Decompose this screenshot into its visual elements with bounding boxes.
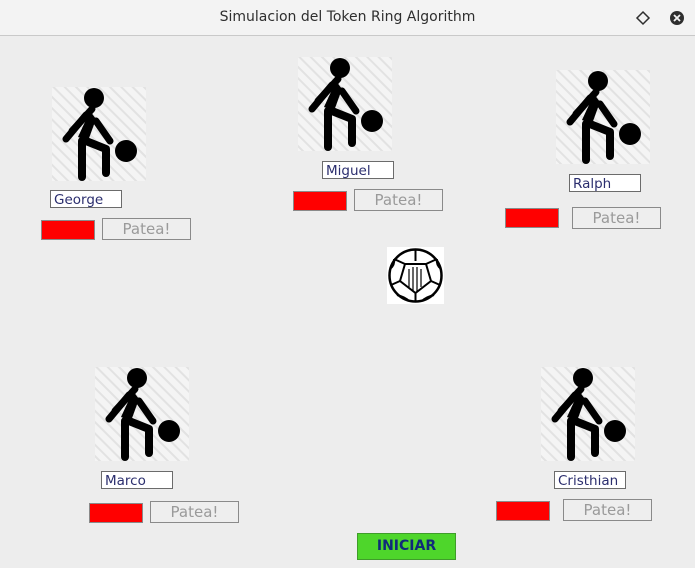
- player-status-indicator: [505, 208, 559, 228]
- player-kicking-ball-icon: [556, 70, 650, 164]
- player-status-indicator: [89, 503, 143, 523]
- title-bar[interactable]: Simulacion del Token Ring Algorithm: [0, 0, 695, 36]
- soccer-ball-icon: [387, 247, 444, 304]
- kick-button[interactable]: Patea!: [150, 501, 239, 523]
- simulation-canvas: George Patea! Miguel Patea! Ralph Patea!…: [0, 37, 695, 568]
- player-name-field[interactable]: Marco: [101, 471, 173, 489]
- player-status-indicator: [293, 191, 347, 211]
- player-name-field[interactable]: Ralph: [569, 174, 641, 192]
- player-status-indicator: [41, 220, 95, 240]
- kick-button[interactable]: Patea!: [102, 218, 191, 240]
- maximize-icon[interactable]: [634, 9, 652, 27]
- player-kicking-ball-icon: [95, 367, 189, 461]
- player-kicking-ball-icon: [52, 87, 146, 181]
- player-status-indicator: [496, 501, 550, 521]
- window-title: Simulacion del Token Ring Algorithm: [219, 9, 476, 25]
- kick-button[interactable]: Patea!: [354, 189, 443, 211]
- kick-button[interactable]: Patea!: [563, 499, 652, 521]
- player-name-field[interactable]: Cristhian: [554, 471, 626, 489]
- kick-button[interactable]: Patea!: [572, 207, 661, 229]
- player-name-field[interactable]: George: [50, 190, 122, 208]
- start-button[interactable]: INICIAR: [357, 533, 456, 560]
- close-icon[interactable]: [668, 9, 686, 27]
- player-kicking-ball-icon: [541, 367, 635, 461]
- player-name-field[interactable]: Miguel: [322, 161, 394, 179]
- player-kicking-ball-icon: [298, 57, 392, 151]
